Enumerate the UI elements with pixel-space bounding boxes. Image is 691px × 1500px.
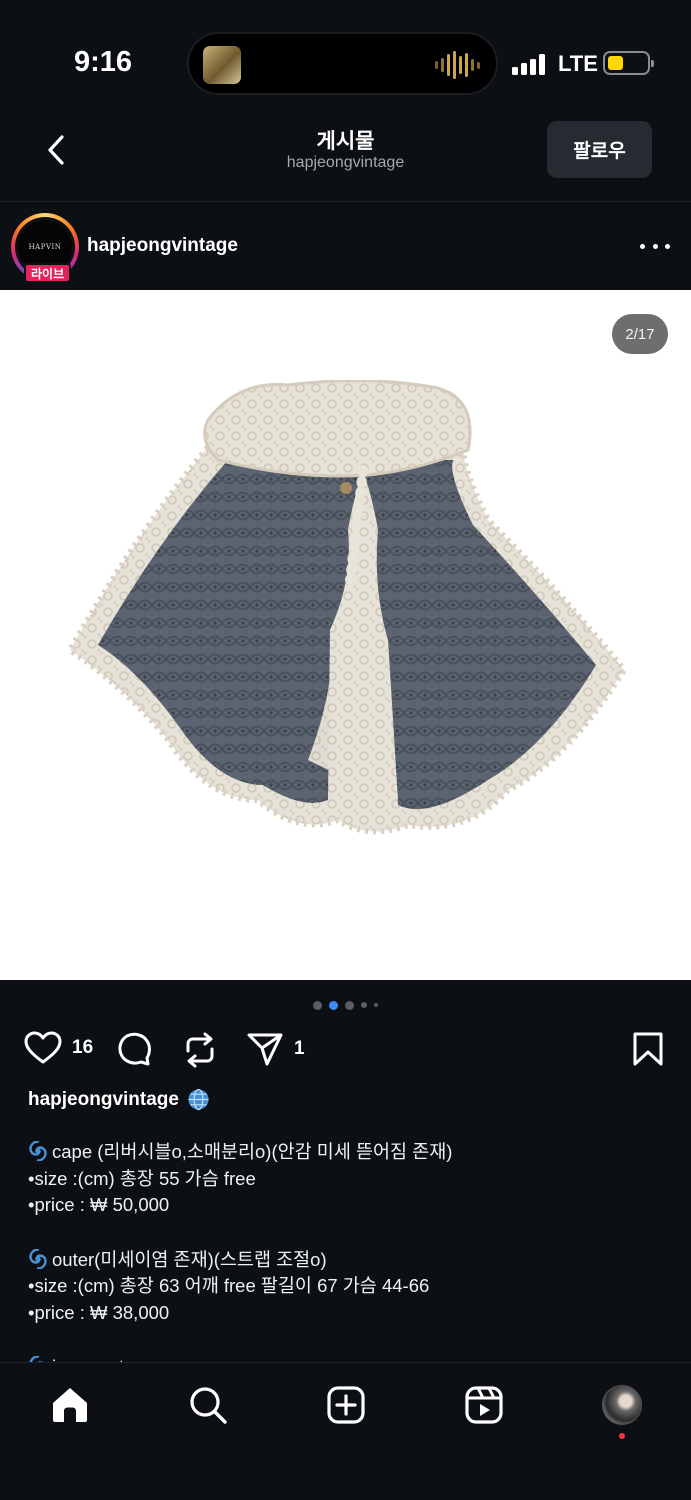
cellular-signal-icon [512, 53, 545, 75]
notification-dot [619, 1433, 625, 1439]
share-action[interactable]: 1 [246, 1031, 305, 1067]
caption-item-price: •price : ₩ 38,000 [28, 1301, 170, 1323]
caption-username[interactable]: hapjeongvintage [28, 1089, 179, 1111]
post-author-row: HAPVIN 라이브 hapjeongvintage [0, 202, 691, 290]
image-page-counter: 2/17 [612, 314, 668, 354]
bookmark-icon[interactable] [632, 1031, 664, 1067]
home-icon[interactable] [50, 1386, 90, 1424]
post-caption: hapjeongvintage cape (리버시블o,소매분리o)(안감 미세… [28, 1088, 668, 1374]
status-time: 9:16 [74, 46, 133, 78]
search-icon[interactable] [188, 1385, 228, 1425]
heart-icon[interactable] [24, 1031, 62, 1065]
create-icon[interactable] [326, 1385, 366, 1425]
like-action[interactable]: 16 [24, 1031, 93, 1065]
nav-search[interactable] [186, 1383, 230, 1427]
bookmark-action[interactable] [632, 1031, 664, 1067]
cyclone-emoji-icon [29, 1141, 47, 1161]
follow-button[interactable]: 팔로우 [547, 121, 652, 178]
dynamic-island[interactable] [187, 32, 498, 95]
profile-avatar[interactable] [602, 1385, 642, 1425]
carousel-dot-active [329, 1000, 338, 1010]
caption-title-text: outer(미세이염 존재)(스트랩 조절o) [52, 1248, 327, 1270]
caption-item-outer: outer(미세이염 존재)(스트랩 조절o) •size :(cm) 총장 6… [28, 1247, 668, 1327]
nav-reels[interactable] [462, 1383, 506, 1427]
caption-header: hapjeongvintage [28, 1088, 668, 1111]
send-icon[interactable] [246, 1031, 284, 1067]
caption-title-text: cape (리버시블o,소매분리o)(안감 미세 뜯어짐 존재) [52, 1141, 453, 1162]
battery-level [608, 56, 623, 70]
now-playing-artwork [203, 46, 241, 84]
caption-item-size: •size :(cm) 총장 55 가슴 free [28, 1167, 256, 1189]
repost-icon[interactable] [182, 1031, 218, 1069]
globe-icon [188, 1088, 209, 1111]
carousel-dot [374, 1003, 378, 1007]
comment-action[interactable] [116, 1031, 152, 1067]
nav-profile[interactable] [600, 1383, 644, 1427]
carousel-dot [361, 1002, 367, 1008]
post-header: 게시물 hapjeongvintage 팔로우 [0, 110, 691, 202]
share-count: 1 [294, 1038, 305, 1059]
caption-item-title: outer(미세이염 존재)(스트랩 조절o) [28, 1247, 668, 1274]
carousel-dot [345, 1000, 354, 1010]
repost-action[interactable] [182, 1031, 218, 1069]
caption-item-size: •size :(cm) 총장 63 어깨 free 팔길이 67 가슴 44-6… [28, 1275, 430, 1296]
caption-item-price: •price : ₩ 50,000 [28, 1194, 170, 1215]
author-username[interactable]: hapjeongvintage [87, 235, 238, 257]
nav-home[interactable] [48, 1383, 92, 1427]
status-bar: 9:16 LTE [0, 0, 691, 110]
live-badge: 라이브 [24, 263, 72, 283]
caption-item-title: cape (리버시블o,소매분리o)(안감 미세 뜯어짐 존재) [28, 1139, 668, 1166]
battery-icon [603, 51, 654, 75]
cape-product-photo [68, 380, 628, 835]
bottom-nav [0, 1362, 691, 1500]
cyclone-emoji-icon [29, 1248, 47, 1269]
reels-icon[interactable] [464, 1385, 504, 1425]
post-actions: 16 1 [0, 1025, 691, 1077]
like-count: 16 [72, 1037, 94, 1058]
nav-create[interactable] [324, 1383, 368, 1427]
comment-icon[interactable] [116, 1031, 152, 1067]
network-type: LTE [558, 51, 598, 76]
audio-waveform-icon [435, 50, 480, 80]
carousel-indicator [0, 998, 691, 1012]
carousel-dot [313, 1000, 322, 1010]
more-options-icon[interactable] [640, 236, 670, 256]
post-image[interactable]: 2/17 [0, 290, 691, 980]
caption-item-cape: cape (리버시블o,소매분리o)(안감 미세 뜯어짐 존재) •size :… [28, 1139, 668, 1219]
